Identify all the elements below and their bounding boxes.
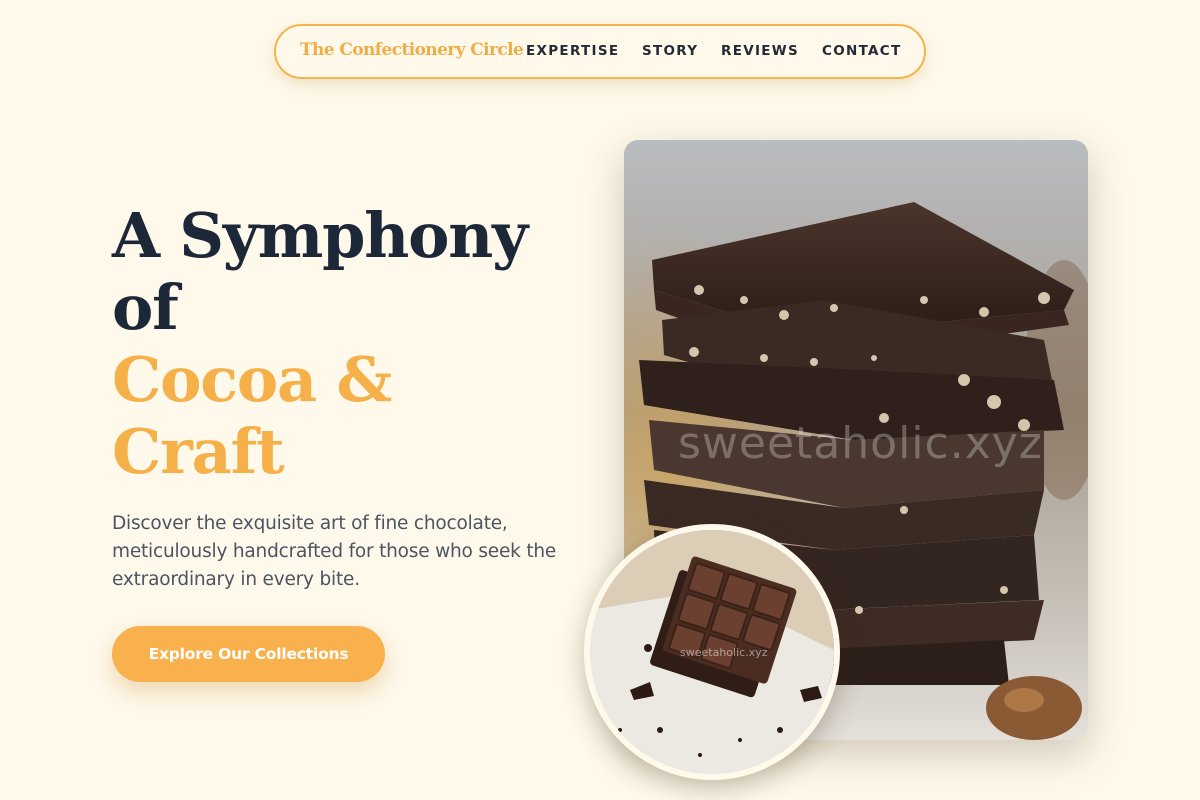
top-nav: The Confectionery Circle EXPERTISE STORY… (274, 24, 926, 79)
nav-link-story[interactable]: STORY (642, 43, 698, 59)
hero-headline: A Symphony of Cocoa & Craft (112, 200, 572, 488)
circle-image-watermark: sweetaholic.xyz (680, 646, 768, 659)
main-image-watermark: sweetaholic.xyz (678, 418, 1043, 469)
headline-line-1: A Symphony (112, 199, 528, 272)
headline-line-2: of (112, 271, 179, 344)
chocolate-bar-circle-image: sweetaholic.xyz (584, 524, 840, 780)
nav-link-expertise[interactable]: EXPERTISE (526, 43, 619, 59)
headline-accent-line-1: Cocoa & (112, 343, 392, 416)
nav-link-contact[interactable]: CONTACT (822, 43, 902, 59)
brand-logo[interactable]: The Confectionery Circle (300, 40, 524, 60)
headline-accent-line-2: Craft (112, 415, 285, 488)
hero-tagline: Discover the exquisite art of fine choco… (112, 513, 557, 590)
page: The Confectionery Circle EXPERTISE STORY… (0, 0, 1200, 800)
nav-link-reviews[interactable]: REVIEWS (721, 43, 799, 59)
explore-collections-button[interactable]: Explore Our Collections (112, 626, 385, 682)
